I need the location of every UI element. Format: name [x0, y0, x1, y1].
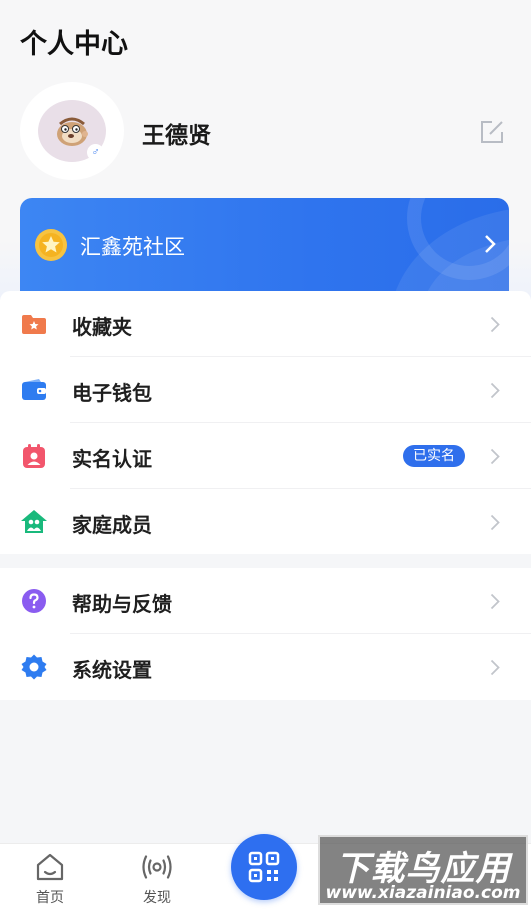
discover-signal-icon	[142, 855, 172, 879]
chevron-right-icon	[485, 235, 496, 253]
chevron-right-icon	[490, 593, 500, 610]
menu-item-family-members[interactable]: 家庭成员	[0, 489, 531, 555]
community-banner[interactable]: 汇鑫苑社区	[20, 198, 509, 294]
menu-item-label: 帮助与反馈	[72, 592, 172, 616]
page-title: 个人中心	[20, 29, 128, 60]
user-name[interactable]: 王德贤	[142, 116, 211, 150]
menu-item-real-name-verification[interactable]: 实名认证 已实名	[0, 423, 531, 489]
nav-label: 首页	[36, 890, 64, 906]
menu-group-secondary: 帮助与反馈 系统设置	[0, 568, 531, 700]
chevron-right-icon	[490, 382, 500, 399]
nav-label: 发现	[143, 890, 171, 906]
scan-qr-button[interactable]	[231, 834, 297, 900]
menu-item-label: 系统设置	[72, 658, 152, 682]
chevron-right-icon	[490, 448, 500, 465]
nav-item-home[interactable]: 首页	[10, 844, 90, 909]
menu-item-label: 家庭成员	[72, 513, 152, 537]
help-icon	[22, 589, 46, 613]
menu-item-help-feedback[interactable]: 帮助与反馈	[0, 568, 531, 634]
menu-item-system-settings[interactable]: 系统设置	[0, 634, 531, 700]
verified-badge: 已实名	[403, 445, 465, 467]
home-icon	[36, 853, 64, 881]
chevron-right-icon	[490, 514, 500, 531]
favorites-folder-icon	[22, 315, 46, 334]
id-card-icon	[23, 444, 45, 468]
chevron-right-icon	[490, 316, 500, 333]
community-medal-icon	[35, 229, 67, 261]
watermark: 下载鸟应用 www.xiazainiao.com	[318, 835, 528, 905]
edit-profile-icon[interactable]	[478, 118, 506, 146]
watermark-url: www.xiazainiao.com	[325, 883, 521, 903]
chevron-right-icon	[490, 659, 500, 676]
qr-code-icon	[248, 851, 280, 883]
wallet-icon	[22, 379, 46, 400]
male-icon: ♂	[87, 144, 104, 161]
menu-group-primary: 收藏夹 电子钱包 实名认证 已实名 家庭成员	[0, 291, 531, 554]
menu-item-label: 电子钱包	[72, 381, 152, 405]
menu-item-label: 收藏夹	[72, 315, 132, 339]
community-name: 汇鑫苑社区	[80, 235, 185, 259]
nav-item-discover[interactable]: 发现	[117, 844, 197, 909]
menu-item-label: 实名认证	[72, 447, 152, 471]
family-home-icon	[21, 510, 47, 533]
settings-gear-icon	[21, 654, 47, 680]
menu-item-favorites[interactable]: 收藏夹	[0, 291, 531, 357]
menu-item-wallet[interactable]: 电子钱包	[0, 357, 531, 423]
